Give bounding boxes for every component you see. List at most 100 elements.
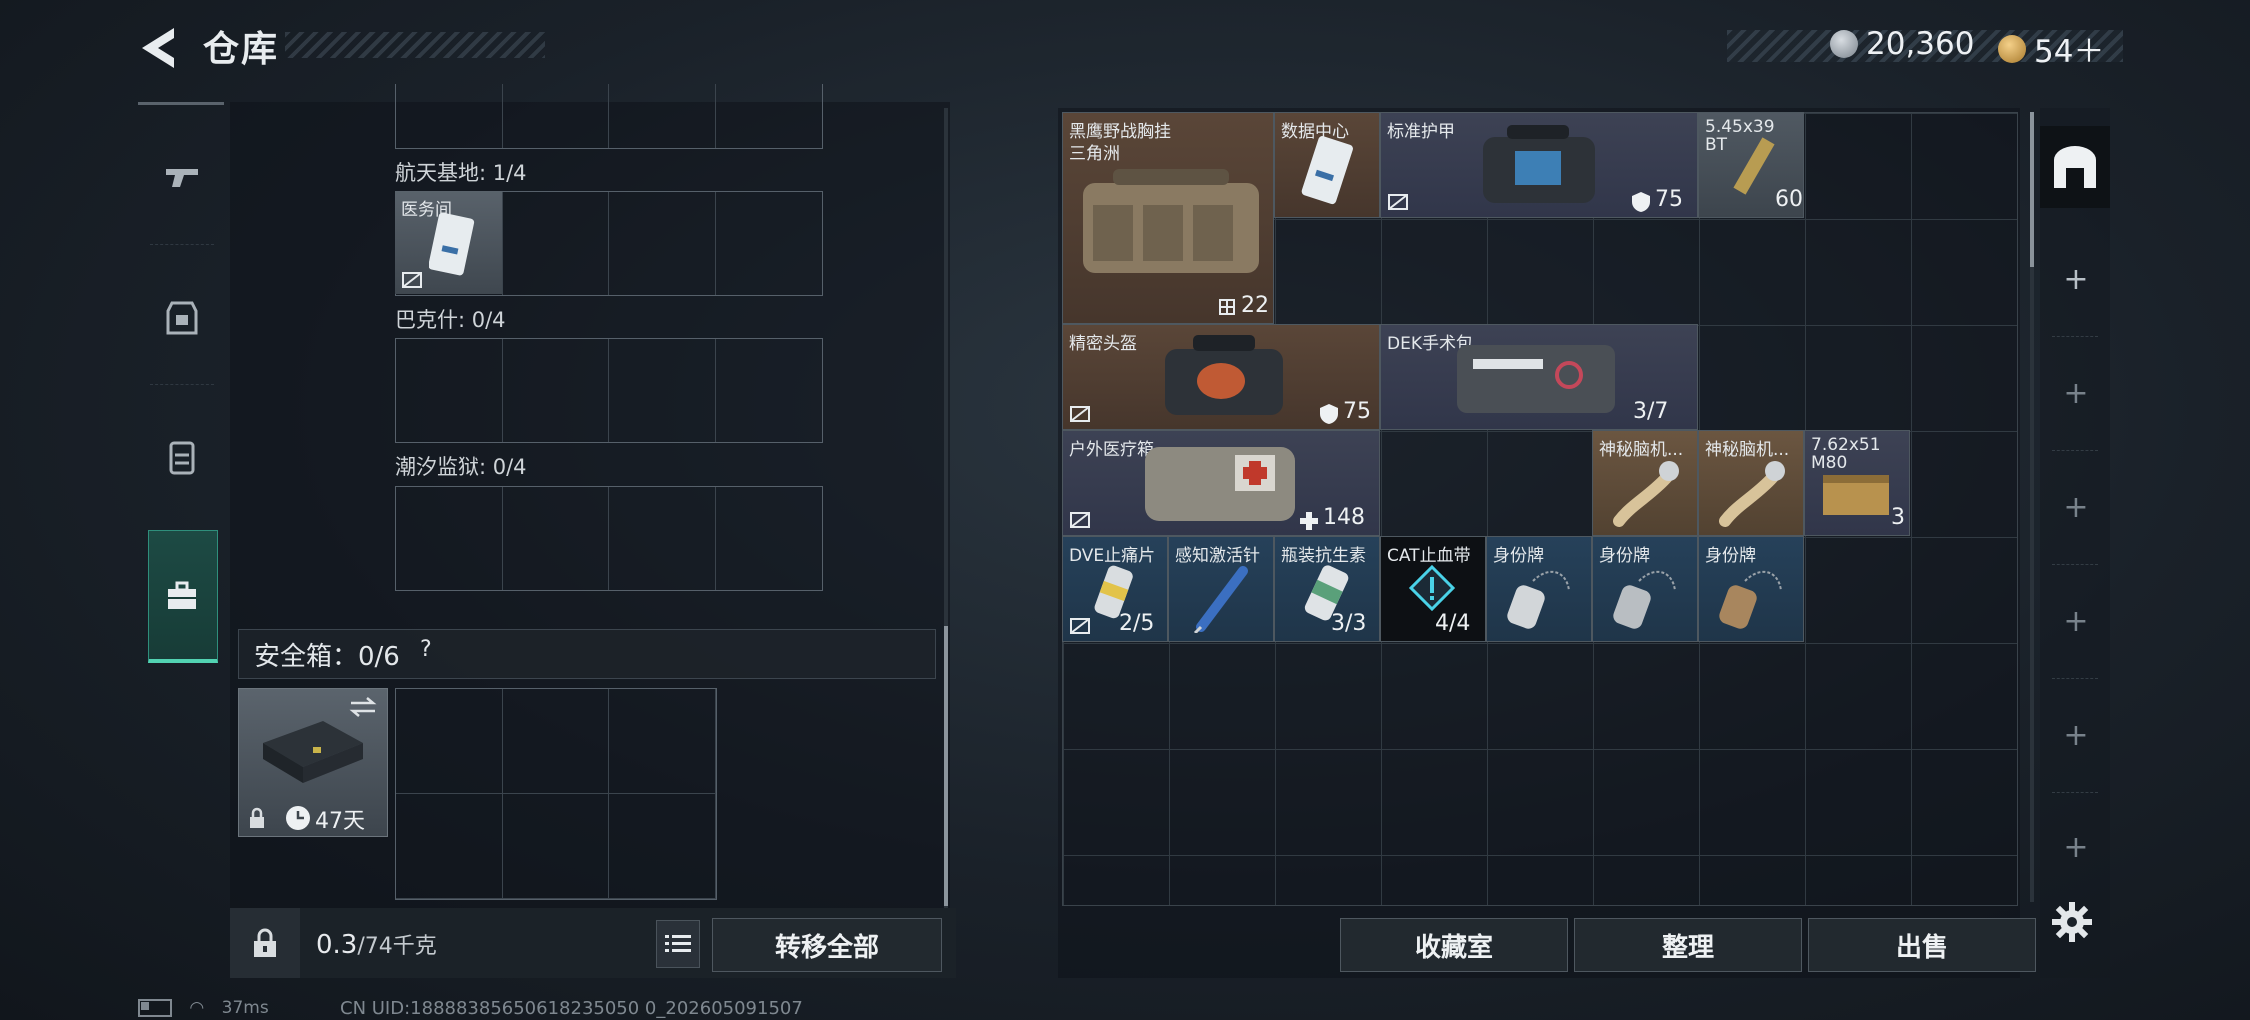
item-ammo-545x39[interactable]: 5.45x39 BT 60 [1698,112,1804,218]
item-label: CAT止血带 [1387,546,1471,566]
item-dog-tag-1[interactable]: 身份牌 [1486,536,1592,642]
tab-separator [150,384,214,386]
sell-button[interactable]: 出售 [1808,918,2036,972]
item-precision-helmet[interactable]: 精密头盔 75 [1062,324,1380,430]
tab-separator [2052,450,2098,451]
item-blackhawk-chest-rig[interactable]: 黑鹰野战胸挂 三角洲 22 [1062,112,1274,324]
token-balance[interactable]: 54＋ [1998,26,2104,71]
key-card-medical[interactable]: 医务间 [395,191,502,294]
add-stash-page-button[interactable]: + [2056,376,2096,411]
shield-icon [1632,192,1650,212]
weight-display: 0.3/74千克 [316,928,437,960]
weight-max: /74千克 [357,934,437,959]
help-button[interactable]: ? [420,637,432,662]
tab-gear[interactable] [140,252,224,382]
slot-grid-bakhsh[interactable] [395,338,823,443]
item-label: 7.62x51 [1811,435,1881,455]
item-mystery-brain-chip-1[interactable]: 神秘脑机... [1592,430,1698,536]
status-bar: ◠ 37ms [138,998,269,1018]
no-carry-icon [1070,618,1090,634]
add-stash-page-button[interactable]: + [2056,262,2096,297]
tab-separator [2052,336,2098,337]
item-bottled-antibiotics[interactable]: 瓶装抗生素 3/3 [1274,536,1380,642]
item-value: 4/4 [1435,611,1471,636]
tab-weapons[interactable] [140,112,224,242]
item-perception-injector[interactable]: 感知激活针 [1168,536,1274,642]
helmet-bag-icon [1165,335,1283,415]
item-value: 60 [1775,187,1803,212]
tab-backpack[interactable] [140,392,224,522]
no-carry-icon [1070,512,1090,528]
tab-stash[interactable] [140,530,224,660]
list-view-button[interactable] [656,920,700,968]
item-dog-tag-3[interactable]: 身份牌 [1698,536,1804,642]
keycard-icon [429,213,475,276]
settings-gear-icon[interactable] [2050,900,2094,944]
safe-box-days: 47天 [315,809,365,834]
wifi-icon: ◠ [189,998,205,1018]
armor-bag-icon [1483,125,1595,203]
brain-chip-icon [1613,461,1679,527]
item-data-center-keycard[interactable]: 数据中心 [1274,112,1380,218]
item-dve-painkiller[interactable]: DVE止痛片 2/5 [1062,536,1168,642]
dog-tag-icon [1613,570,1676,629]
briefcase-icon [168,581,196,609]
tab-separator [2052,564,2098,565]
inventory-scrollbar-thumb[interactable] [2030,112,2034,267]
item-outdoor-medkit[interactable]: 户外医疗箱 148 [1062,430,1380,536]
slot-grid-tidal-prison[interactable] [395,486,823,591]
coin-amount: 20,360 [1866,26,1975,62]
pistol-icon [166,169,198,187]
title-decoration [285,32,545,58]
item-value: 3/3 [1331,611,1367,636]
stash-page-tab-1[interactable] [2040,126,2110,208]
item-value: 75 [1655,187,1683,212]
coin-icon [1830,30,1858,58]
tab-separator [2052,678,2098,679]
item-ammo-762x51[interactable]: 7.62x51 M80 3 [1804,430,1910,536]
transfer-all-button[interactable]: 转移全部 [712,918,942,972]
player-uid: CN UID:18888385650618235050 0_2026050915… [340,998,803,1019]
brain-chip-icon [1719,461,1785,527]
back-arrow-icon[interactable] [138,26,178,70]
list-icon [665,935,691,952]
shield-icon [1320,404,1338,424]
chest-rig-icon [1083,169,1259,273]
tab-separator [2052,792,2098,793]
clock-icon [286,806,310,830]
add-stash-page-button[interactable]: + [2056,604,2096,639]
item-label: 精密头盔 [1069,334,1137,354]
item-value: 3/7 [1633,399,1669,424]
swap-icon[interactable] [347,695,379,719]
item-cat-tourniquet[interactable]: CAT止血带 4/4 [1380,536,1486,642]
safe-case-icon [263,721,363,783]
battery-icon [138,999,172,1017]
page-title: 仓库 [203,29,280,70]
tab-separator [150,244,214,246]
lock-icon [250,807,264,828]
vest-icon [166,301,198,335]
add-stash-page-button[interactable]: + [2056,490,2096,525]
token-amount: 54＋ [2034,34,2105,70]
add-stash-page-button[interactable]: + [2056,718,2096,753]
item-standard-armor[interactable]: 标准护甲 75 [1380,112,1698,218]
backpack-icon [169,441,195,475]
item-dek-surgical-kit[interactable]: DEK手术包 3/7 [1380,324,1698,430]
organize-button[interactable]: 整理 [1574,918,1802,972]
item-value: 22 [1241,293,1269,318]
safe-box-item[interactable]: 47天 [238,688,388,837]
ammo-crate-icon [1823,475,1889,515]
item-mystery-brain-chip-2[interactable]: 神秘脑机... [1698,430,1804,536]
item-value: 3 [1891,505,1905,530]
add-stash-page-button[interactable]: + [2056,830,2096,865]
collection-room-button[interactable]: 收藏室 [1340,918,1568,972]
keycard-icon [1301,136,1353,205]
stash-scrollbar-thumb[interactable] [944,626,948,906]
section-label-space-base: 航天基地: 1/4 [395,161,527,185]
item-dog-tag-2[interactable]: 身份牌 [1592,536,1698,642]
lock-icon [254,928,276,957]
lock-button[interactable] [230,908,300,978]
safe-box-grid[interactable] [395,688,717,900]
coin-balance: 20,360 [1830,26,1974,62]
safe-box-label: 安全箱：0/6 [254,642,400,672]
